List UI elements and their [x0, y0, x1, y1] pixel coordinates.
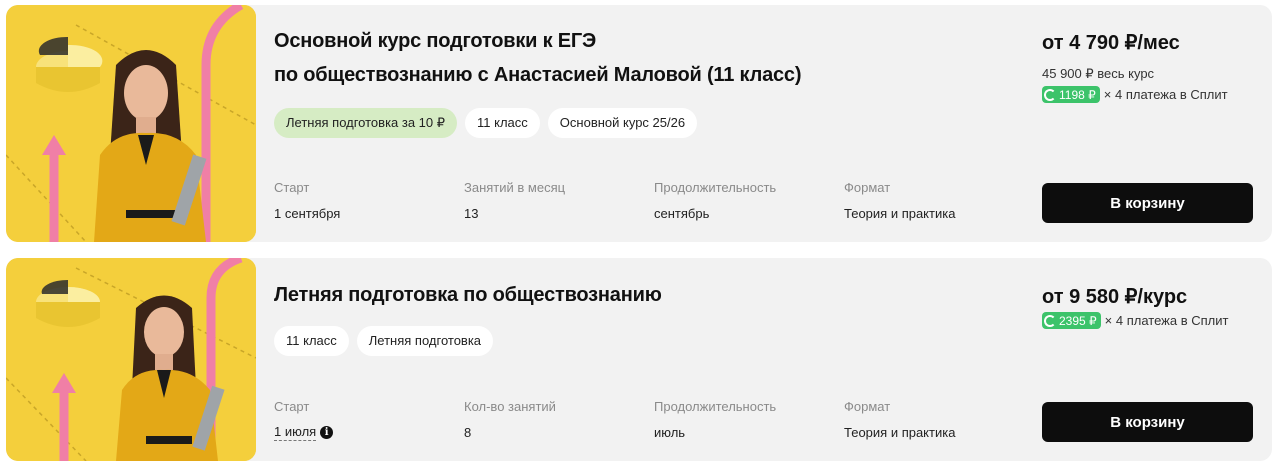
- meta-duration: Продолжительность сентябрь: [654, 180, 844, 222]
- tag-summer-prep: Летняя подготовка: [356, 326, 494, 356]
- split-payment[interactable]: 1198 ₽ × 4 платежа в Сплит: [1042, 86, 1228, 103]
- course-thumbnail[interactable]: [6, 258, 256, 461]
- meta-start: Старт 1 сентября: [274, 180, 464, 222]
- monthly-price: от 4 790 ₽/мес: [1042, 32, 1180, 54]
- course-meta: Старт 1 июля i Кол-во занятий 8 Продолжи…: [274, 399, 1034, 441]
- split-badge: 1198 ₽: [1042, 86, 1100, 103]
- meta-label: Формат: [844, 399, 891, 414]
- meta-value: Теория и практика: [844, 424, 956, 440]
- split-amount: 2395 ₽: [1059, 313, 1097, 328]
- add-to-cart-button[interactable]: В корзину: [1042, 183, 1253, 223]
- meta-start: Старт 1 июля i: [274, 399, 464, 441]
- meta-label: Занятий в месяц: [464, 180, 566, 195]
- meta-label: Продолжительность: [654, 399, 777, 414]
- meta-label: Кол-во занятий: [464, 399, 556, 414]
- course-card[interactable]: Основной курс подготовки к ЕГЭ по общест…: [6, 5, 1272, 242]
- course-title[interactable]: Основной курс подготовки к ЕГЭ: [274, 30, 596, 53]
- meta-format: Формат Теория и практика: [844, 399, 1034, 441]
- add-to-cart-button[interactable]: В корзину: [1042, 402, 1253, 442]
- start-date[interactable]: 1 июля: [274, 424, 317, 441]
- meta-label: Старт: [274, 399, 310, 414]
- tag-grade: 11 класс: [274, 326, 349, 356]
- teacher-illustration: [6, 258, 256, 461]
- course-price: от 9 580 ₽/курс: [1042, 286, 1188, 308]
- meta-value: сентябрь: [654, 205, 710, 221]
- split-text: × 4 платежа в Сплит: [1104, 313, 1229, 328]
- meta-value: 8: [464, 424, 472, 440]
- course-title-line-2[interactable]: по обществознанию с Анастасией Маловой (…: [274, 64, 802, 87]
- course-meta: Старт 1 сентября Занятий в месяц 13 Прод…: [274, 180, 1034, 222]
- teacher-illustration: [6, 5, 256, 242]
- course-title[interactable]: Летняя подготовка по обществознанию: [274, 284, 662, 307]
- info-icon[interactable]: i: [320, 425, 334, 439]
- split-payment[interactable]: 2395 ₽ × 4 платежа в Сплит: [1042, 312, 1228, 329]
- meta-lessons-per-month: Занятий в месяц 13: [464, 180, 654, 222]
- split-amount: 1198 ₽: [1059, 87, 1096, 102]
- meta-duration: Продолжительность июль: [654, 399, 844, 441]
- course-card[interactable]: Летняя подготовка по обществознанию 11 к…: [6, 258, 1272, 461]
- meta-value: 1 сентября: [274, 205, 341, 221]
- full-course-price: 45 900 ₽ весь курс: [1042, 66, 1155, 81]
- tag-summer-prep: Летняя подготовка за 10 ₽: [274, 108, 458, 138]
- tag-grade: 11 класс: [465, 108, 540, 138]
- meta-lessons-count: Кол-во занятий 8: [464, 399, 654, 441]
- split-text: × 4 платежа в Сплит: [1103, 87, 1228, 102]
- meta-value: 13: [464, 205, 479, 221]
- meta-format: Формат Теория и практика: [844, 180, 1034, 222]
- split-logo-icon: [1044, 314, 1056, 327]
- tag-list: 11 класс Летняя подготовка: [274, 326, 494, 356]
- course-thumbnail[interactable]: [6, 5, 256, 242]
- tag-main-course: Основной курс 25/26: [547, 108, 698, 138]
- meta-value: 1 июля i: [274, 423, 464, 441]
- meta-value: Теория и практика: [844, 205, 956, 221]
- tag-list: Летняя подготовка за 10 ₽ 11 класс Основ…: [274, 108, 698, 138]
- split-badge: 2395 ₽: [1042, 312, 1101, 329]
- meta-label: Старт: [274, 180, 310, 195]
- meta-label: Формат: [844, 180, 891, 195]
- split-logo-icon: [1044, 88, 1056, 101]
- meta-value: июль: [654, 424, 686, 440]
- meta-label: Продолжительность: [654, 180, 777, 195]
